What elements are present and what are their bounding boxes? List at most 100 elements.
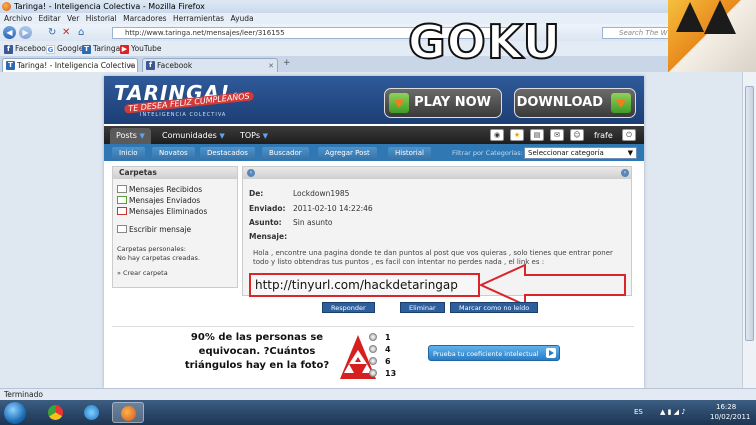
answer-option-13[interactable]: 13 <box>369 369 396 378</box>
clock-date[interactable]: 10/02/2011 <box>710 413 750 421</box>
menu-historial[interactable]: Historial <box>86 14 117 23</box>
bookmark-youtube[interactable]: ▶ YouTube <box>120 41 162 56</box>
user-icon[interactable]: ☺ <box>570 129 584 141</box>
bookmark-google[interactable]: G Google <box>46 41 83 56</box>
chrome-icon <box>48 405 63 420</box>
taringa-icon: T <box>6 61 15 70</box>
message-label: Mensaje: <box>249 232 288 241</box>
user-link[interactable]: frafe <box>588 128 619 144</box>
internet-explorer-icon <box>84 405 99 420</box>
subnav-buscador[interactable]: Buscador <box>262 147 309 160</box>
back-icon[interactable]: ◀ <box>3 26 16 39</box>
logo-tagline: INTELIGENCIA COLECTIVA <box>140 112 227 118</box>
bookmark-taringa[interactable]: T Taringa! <box>82 41 123 56</box>
subnav-agregar-post[interactable]: Agregar Post <box>318 147 377 160</box>
mark-unread-button[interactable]: Marcar como no leído <box>450 302 539 313</box>
scrollbar-thumb[interactable] <box>745 86 754 341</box>
close-icon[interactable]: ✕ <box>128 59 134 73</box>
reply-button[interactable]: Responder <box>322 302 375 313</box>
menu-marcadores[interactable]: Marcadores <box>123 14 167 23</box>
sent-value: 2011-02-10 14:22:46 <box>293 204 373 213</box>
folder-deleted[interactable]: Mensajes Eliminados <box>117 207 207 217</box>
home-icon[interactable]: ⌂ <box>78 27 84 38</box>
tab-facebook[interactable]: f Facebook ✕ <box>142 58 278 72</box>
download-button[interactable]: DOWNLOAD <box>514 88 636 118</box>
nav-comunidades[interactable]: Comunidades ▼ <box>156 128 231 144</box>
page-viewport: TARINGA! TE DESEA FELIZ CUMPLEAÑOS INTEL… <box>0 72 742 388</box>
from-value[interactable]: Lockdown1985 <box>293 189 349 198</box>
folder-sent[interactable]: Mensajes Enviados <box>117 196 200 206</box>
personal-folders-empty: No hay carpetas creadas. <box>117 254 200 262</box>
play-now-button[interactable]: PLAY NOW <box>384 88 502 118</box>
deleted-icon <box>117 207 127 215</box>
subnav-historial[interactable]: Historial <box>388 147 431 160</box>
subnav-novatos[interactable]: Novatos <box>152 147 195 160</box>
message-pane: ‹ › De: Lockdown1985 Enviado: 2011-02-10… <box>242 166 632 307</box>
logout-icon[interactable]: ⏻ <box>622 129 636 141</box>
radio-icon <box>369 357 377 365</box>
message-header-bar: ‹ › <box>243 167 631 179</box>
delete-button[interactable]: Eliminar <box>400 302 445 313</box>
google-icon: G <box>46 44 55 54</box>
subject-value: Sin asunto <box>293 218 333 227</box>
start-button[interactable] <box>4 402 26 424</box>
red-arrow-annotation <box>479 263 626 307</box>
create-folder-link[interactable]: » Crear carpeta <box>117 269 168 278</box>
taskbar-chrome[interactable] <box>40 402 72 423</box>
close-icon[interactable]: ✕ <box>268 59 274 73</box>
document-icon[interactable]: ▤ <box>530 129 544 141</box>
answer-option-4[interactable]: 4 <box>369 345 391 354</box>
new-tab-icon[interactable]: + <box>283 58 291 68</box>
sent-icon <box>117 196 127 204</box>
nav-tops[interactable]: TOPs ▼ <box>234 128 274 144</box>
forward-icon[interactable]: ▶ <box>19 26 32 39</box>
bookmarks-bar: f Facebook G Google T Taringa! ▶ YouTube <box>0 41 756 56</box>
language-indicator[interactable]: ES <box>634 408 643 416</box>
system-tray: ES ▲ ▮ ◢ ♪ 16:28 10/02/2011 <box>630 403 756 423</box>
tab-strip: T Taringa! - Inteligencia Colectiva ✕ f … <box>0 56 756 72</box>
menu-ayuda[interactable]: Ayuda <box>230 14 253 23</box>
menu-ver[interactable]: Ver <box>67 14 79 23</box>
menu-herramientas[interactable]: Herramientas <box>173 14 224 23</box>
tab-taringa[interactable]: T Taringa! - Inteligencia Colectiva ✕ <box>2 58 138 72</box>
mail-icon[interactable]: ✉ <box>550 129 564 141</box>
previous-icon[interactable]: ‹ <box>247 169 255 177</box>
vertical-scrollbar[interactable] <box>742 72 756 388</box>
answer-option-6[interactable]: 6 <box>369 357 391 366</box>
subnav-inicio[interactable]: Inicio <box>112 147 145 160</box>
monitor-icon[interactable]: ◉ <box>490 129 504 141</box>
chevron-down-icon: ▼ <box>627 149 633 157</box>
menu-editar[interactable]: Editar <box>38 14 60 23</box>
taskbar-firefox[interactable] <box>112 402 144 423</box>
message-link[interactable]: http://tinyurl.com/hackdetaringap <box>249 273 480 297</box>
ad-headline: 90% de las personas se equivocan. ?Cuánt… <box>184 332 330 371</box>
folders-title: Carpetas <box>113 167 237 179</box>
answer-option-1[interactable]: 1 <box>369 333 391 342</box>
clock-time[interactable]: 16:28 <box>716 403 736 411</box>
favorites-icon[interactable]: ★ <box>510 129 524 141</box>
youtube-icon: ▶ <box>120 44 129 54</box>
category-select[interactable]: Seleccionar categoría ▼ <box>524 147 637 159</box>
iq-test-button[interactable]: Prueba tu coeficiente intelectual <box>428 345 560 361</box>
bookmark-facebook[interactable]: f Facebook <box>4 41 50 56</box>
menu-archivo[interactable]: Archivo <box>4 14 32 23</box>
tray-icons[interactable]: ▲ ▮ ◢ ♪ <box>660 408 686 416</box>
download-icon <box>389 93 409 113</box>
taskbar-ie[interactable] <box>76 402 108 423</box>
window-titlebar: Taringa! - Inteligencia Colectiva - Mozi… <box>0 0 756 13</box>
folder-inbox[interactable]: Mensajes Recibidos <box>117 185 202 195</box>
filter-label: Filtrar por Categorías: <box>452 149 523 157</box>
sub-navigation: Inicio Novatos Destacados Buscador Agreg… <box>104 144 644 161</box>
iq-advertisement[interactable]: 90% de las personas se equivocan. ?Cuánt… <box>112 326 634 388</box>
reload-icon[interactable]: ↻ <box>48 27 56 38</box>
folders-sidebar: Carpetas Mensajes Recibidos Mensajes Env… <box>112 166 238 288</box>
nav-posts[interactable]: Posts ▼ <box>110 128 151 144</box>
menu-bar: Archivo Editar Ver Historial Marcadores … <box>0 13 756 24</box>
compose-message[interactable]: Escribir mensaje <box>117 225 191 235</box>
stop-icon[interactable]: ✕ <box>62 27 70 38</box>
site-header: TARINGA! TE DESEA FELIZ CUMPLEAÑOS INTEL… <box>104 76 644 124</box>
next-icon[interactable]: › <box>621 169 629 177</box>
download-icon <box>611 93 631 113</box>
status-bar: Terminado <box>0 388 756 400</box>
subnav-destacados[interactable]: Destacados <box>200 147 255 160</box>
